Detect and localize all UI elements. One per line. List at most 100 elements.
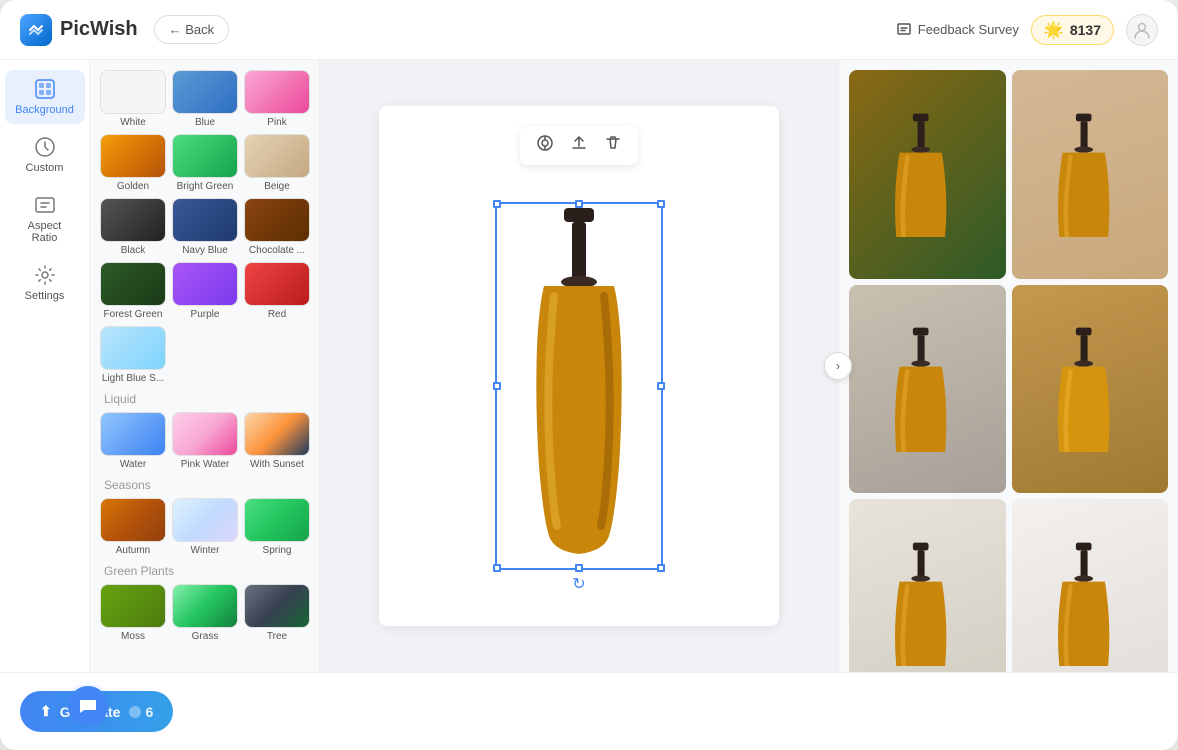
resize-tool-button[interactable] (532, 132, 558, 159)
color-pink-water[interactable]: Pink Water (172, 412, 238, 470)
app-name: PicWish (60, 18, 138, 41)
canvas-frame: ↻ (379, 106, 779, 626)
color-autumn[interactable]: Autumn (100, 498, 166, 556)
color-red[interactable]: Red (244, 262, 310, 320)
seasons-grid: Autumn Winter Spring (100, 498, 309, 556)
swatch-purple (172, 262, 238, 306)
result-bottle-1 (880, 112, 974, 237)
color-beige[interactable]: Beige (244, 134, 310, 192)
aspect-ratio-icon (34, 194, 56, 216)
swatch-spring (244, 498, 310, 542)
color-moss[interactable]: Moss (100, 584, 166, 642)
logo: PicWish (20, 14, 138, 46)
liquid-section-title: Liquid (104, 392, 305, 406)
results-grid (849, 70, 1168, 672)
bottom-bar: ⬆ Generate 6 (0, 672, 1178, 750)
swatch-pinkwater (172, 412, 238, 456)
color-water[interactable]: Water (100, 412, 166, 470)
liquid-grid: Water Pink Water With Sunset (100, 412, 309, 470)
result-bottle-2 (1043, 112, 1137, 237)
custom-icon (34, 136, 56, 158)
next-results-button[interactable]: › (824, 352, 852, 380)
color-navy-label: Navy Blue (182, 245, 228, 256)
feedback-label: Feedback Survey (918, 22, 1019, 37)
swatch-red (244, 262, 310, 306)
color-light-blue-label: Light Blue S... (102, 373, 164, 384)
delete-icon (604, 134, 622, 152)
color-purple[interactable]: Purple (172, 262, 238, 320)
swatch-lightblue (100, 326, 166, 370)
background-panel: White Blue Pink Golden Bright Green (90, 60, 320, 672)
result-image-6[interactable] (1012, 499, 1169, 672)
color-blue[interactable]: Blue (172, 70, 238, 128)
color-grass[interactable]: Grass (172, 584, 238, 642)
color-spring[interactable]: Spring (244, 498, 310, 556)
result-image-2[interactable] (1012, 70, 1169, 279)
color-chocolate[interactable]: Chocolate ... (244, 198, 310, 256)
rotate-handle[interactable]: ↻ (572, 574, 585, 594)
color-winter[interactable]: Winter (172, 498, 238, 556)
results-panel: ※ Don't forget to download your files. T… (838, 60, 1178, 672)
swatch-autumn (100, 498, 166, 542)
canvas-area: ↻ › (320, 60, 838, 672)
result-image-5[interactable] (849, 499, 1006, 672)
color-beige-label: Beige (264, 181, 290, 192)
avatar-icon (1132, 20, 1152, 40)
sidebar-item-background[interactable]: Background (5, 70, 85, 124)
swatch-chocolate (244, 198, 310, 242)
color-bright-green-label: Bright Green (177, 181, 234, 192)
sidebar-aspect-ratio-label: Aspect Ratio (17, 220, 73, 244)
result-image-3[interactable] (849, 285, 1006, 494)
settings-icon (34, 264, 56, 286)
color-purple-label: Purple (191, 309, 220, 320)
swatch-golden (100, 134, 166, 178)
swatch-bright-green (172, 134, 238, 178)
canvas-toolbar (520, 126, 638, 165)
color-white[interactable]: White (100, 70, 166, 128)
logo-icon (20, 14, 52, 46)
swatch-moss (100, 584, 166, 628)
upload-tool-button[interactable] (566, 132, 592, 159)
result-bottle-3 (880, 326, 974, 451)
main-content: Background Custom Aspect Ratio (0, 60, 1178, 672)
upload-icon (570, 134, 588, 152)
header-right: Feedback Survey 🌟 8137 (896, 14, 1158, 46)
cost-icon (128, 705, 142, 719)
color-with-sunset[interactable]: With Sunset (244, 412, 310, 470)
color-black[interactable]: Black (100, 198, 166, 256)
swatch-winter (172, 498, 238, 542)
feedback-button[interactable]: Feedback Survey (896, 22, 1019, 38)
result-image-4[interactable] (1012, 285, 1169, 494)
swatch-beige (244, 134, 310, 178)
color-golden[interactable]: Golden (100, 134, 166, 192)
delete-tool-button[interactable] (600, 132, 626, 159)
color-blue-label: Blue (195, 117, 215, 128)
coin-badge: 🌟 8137 (1031, 15, 1114, 45)
color-spring-label: Spring (263, 545, 292, 556)
back-button[interactable]: ← Back (154, 15, 230, 44)
coin-icon: 🌟 (1044, 20, 1064, 40)
swatch-white (100, 70, 166, 114)
swatch-tree (244, 584, 310, 628)
color-navy-blue[interactable]: Navy Blue (172, 198, 238, 256)
green-plants-section-title: Green Plants (104, 564, 305, 578)
sidebar-item-custom[interactable]: Custom (5, 128, 85, 182)
sidebar-item-settings[interactable]: Settings (5, 256, 85, 310)
color-pink[interactable]: Pink (244, 70, 310, 128)
sidebar-item-aspect-ratio[interactable]: Aspect Ratio (5, 186, 85, 252)
color-tree-label: Tree (267, 631, 287, 642)
color-forest-green[interactable]: Forest Green (100, 262, 166, 320)
green-plants-grid: Moss Grass Tree (100, 584, 309, 642)
header: PicWish ← Back Feedback Survey 🌟 8137 (0, 0, 1178, 60)
color-forest-label: Forest Green (104, 309, 163, 320)
color-white-label: White (120, 117, 146, 128)
user-avatar[interactable] (1126, 14, 1158, 46)
result-image-1[interactable] (849, 70, 1006, 279)
chat-bubble[interactable] (68, 686, 108, 726)
color-tree[interactable]: Tree (244, 584, 310, 642)
color-bright-green[interactable]: Bright Green (172, 134, 238, 192)
sidebar-background-label: Background (15, 104, 74, 116)
color-light-blue[interactable]: Light Blue S... (100, 326, 166, 384)
bottle-svg (499, 206, 659, 566)
header-left: PicWish ← Back (20, 14, 229, 46)
